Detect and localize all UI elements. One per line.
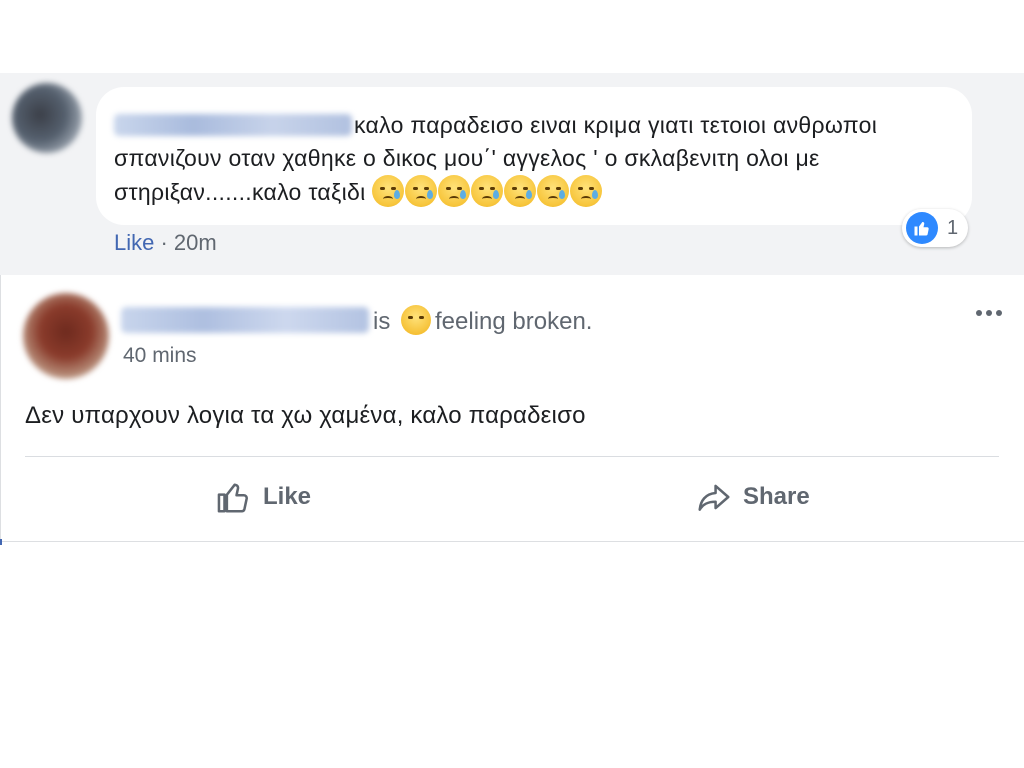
reaction-count: 1 — [947, 217, 959, 239]
post-card: is feeling broken. 40 mins Δεν υπαρχουν … — [0, 275, 1024, 542]
comment-author-name-blurred[interactable] — [114, 114, 352, 136]
meta-separator: · — [154, 230, 174, 255]
share-button-label: Share — [743, 483, 810, 510]
comment-emoji-row — [371, 175, 603, 216]
comment-author-avatar[interactable] — [12, 83, 82, 153]
thumbs-up-icon — [217, 483, 248, 513]
comment-bubble: καλο παραδεισο ειναι κριμα γιατι τετοιοι… — [96, 87, 972, 225]
post-header: is feeling broken. — [121, 305, 592, 336]
like-button[interactable]: Like — [215, 471, 311, 523]
crying-emoji-icon — [569, 175, 602, 207]
edge-marker — [0, 539, 2, 545]
comment-time[interactable]: 20m — [174, 230, 217, 255]
is-label: is — [373, 308, 391, 335]
comment-reactions-chip[interactable]: 1 — [902, 209, 968, 247]
crying-emoji-icon — [470, 175, 503, 207]
sad-tear-emoji-icon — [371, 175, 404, 207]
post-time[interactable]: 40 mins — [123, 344, 197, 368]
post-text: Δεν υπαρχουν λογια τα χω χαμένα, καλο πα… — [25, 402, 586, 429]
action-divider — [25, 456, 999, 457]
feeling-text: feeling broken. — [435, 308, 593, 335]
comment-section: καλο παραδεισο ειναι κριμα γιατι τετοιοι… — [0, 73, 1024, 275]
post-author-name-blurred[interactable] — [121, 307, 369, 333]
crying-emoji-icon — [536, 175, 569, 207]
comment-meta: Like · 20m — [114, 230, 217, 256]
comment-like-link[interactable]: Like — [114, 230, 154, 255]
more-options-icon[interactable] — [973, 303, 1005, 323]
broken-feeling-emoji-icon — [401, 305, 432, 335]
crying-emoji-icon — [503, 175, 536, 207]
like-button-label: Like — [263, 483, 312, 510]
like-reaction-icon — [906, 212, 938, 244]
share-button[interactable]: Share — [695, 471, 810, 523]
share-arrow-icon — [698, 484, 730, 511]
post-author-avatar[interactable] — [23, 293, 109, 379]
crying-emoji-icon — [437, 175, 470, 207]
comment-body: καλο παραδεισο ειναι κριμα γιατι τετοιοι… — [114, 109, 954, 216]
sad-tear-emoji-icon — [404, 175, 437, 207]
